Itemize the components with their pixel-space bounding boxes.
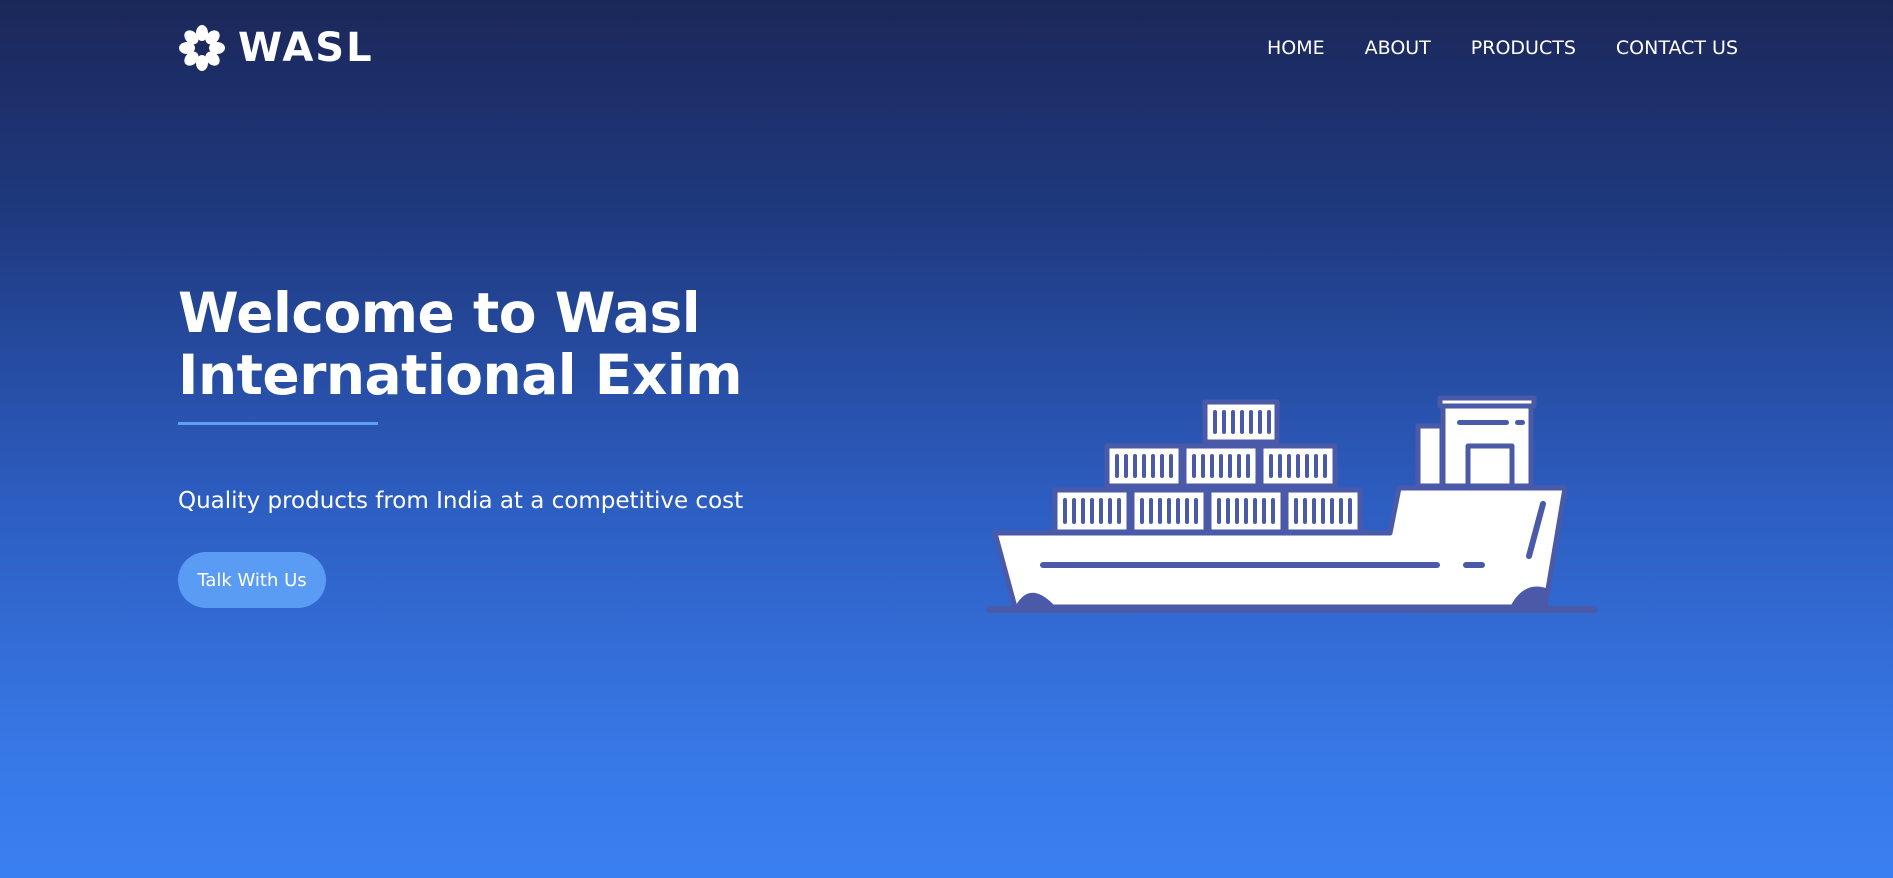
title-underline <box>178 422 378 425</box>
talk-with-us-button[interactable]: Talk With Us <box>178 552 326 608</box>
nav-about[interactable]: ABOUT <box>1365 36 1431 60</box>
hero-title-line-2: International Exim <box>178 343 743 407</box>
nav-home[interactable]: HOME <box>1267 36 1325 60</box>
brand-name: WASL <box>238 25 374 71</box>
nav-products[interactable]: PRODUCTS <box>1471 36 1576 60</box>
main-nav: HOME ABOUT PRODUCTS CONTACT US <box>1227 36 1738 60</box>
nav-contact-us[interactable]: CONTACT US <box>1616 36 1738 60</box>
hero-title-line-1: Welcome to Wasl <box>178 281 701 345</box>
hero-subtitle: Quality products from India at a competi… <box>178 488 744 514</box>
cargo-ship-icon <box>987 395 1597 613</box>
site-header: WASL HOME ABOUT PRODUCTS CONTACT US <box>0 0 1893 100</box>
flower-logo-icon <box>179 25 225 71</box>
brand-logo[interactable]: WASL <box>178 24 374 72</box>
hero-title: Welcome to Wasl International Exim <box>178 282 898 406</box>
hero-section: Welcome to Wasl International Exim Quali… <box>178 282 898 515</box>
